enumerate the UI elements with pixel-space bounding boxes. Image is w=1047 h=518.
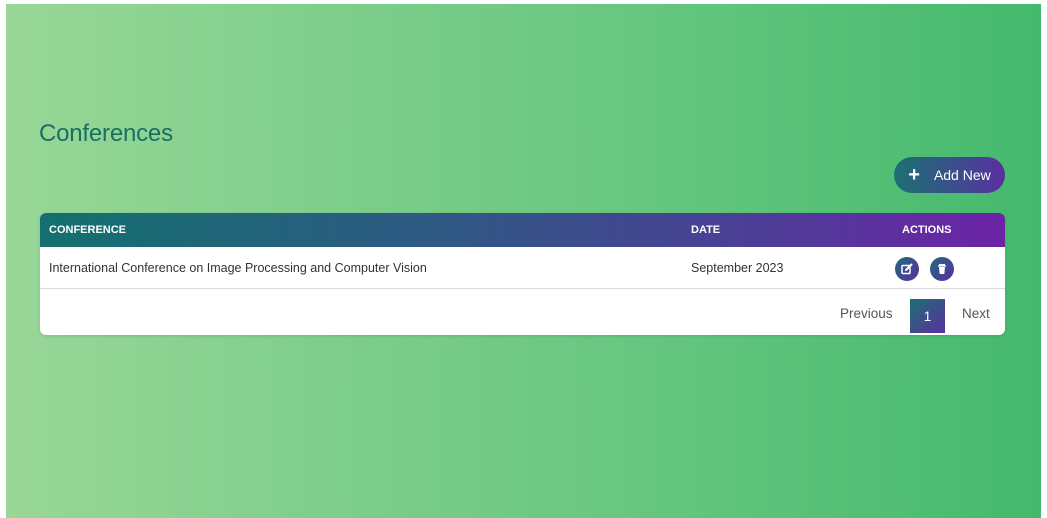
pagination-previous[interactable]: Previous: [840, 306, 893, 321]
conference-date-cell: September 2023: [691, 261, 784, 275]
page-background: Conferences + Add New CONFERENCE DATE AC…: [6, 4, 1041, 518]
column-header-conference: CONFERENCE: [49, 224, 127, 236]
column-header-actions: ACTIONS: [902, 224, 952, 236]
pagination-page-1[interactable]: 1: [910, 299, 945, 333]
edit-button[interactable]: [895, 257, 919, 281]
trash-icon: [938, 264, 946, 274]
add-new-button[interactable]: + Add New: [894, 157, 1005, 193]
pagination: Previous 1 Next: [40, 290, 1005, 335]
add-new-label: Add New: [933, 167, 991, 183]
plus-icon: +: [908, 164, 920, 186]
edit-icon: [901, 263, 913, 275]
conference-name-cell: International Conference on Image Proces…: [49, 261, 427, 275]
table-row: International Conference on Image Proces…: [40, 247, 1005, 289]
pagination-next[interactable]: Next: [962, 306, 990, 321]
conferences-table: CONFERENCE DATE ACTIONS International Co…: [40, 213, 1005, 335]
page-title: Conferences: [39, 120, 173, 147]
delete-button[interactable]: [930, 257, 954, 281]
column-header-date: DATE: [691, 224, 721, 236]
table-header: CONFERENCE DATE ACTIONS: [40, 213, 1005, 247]
